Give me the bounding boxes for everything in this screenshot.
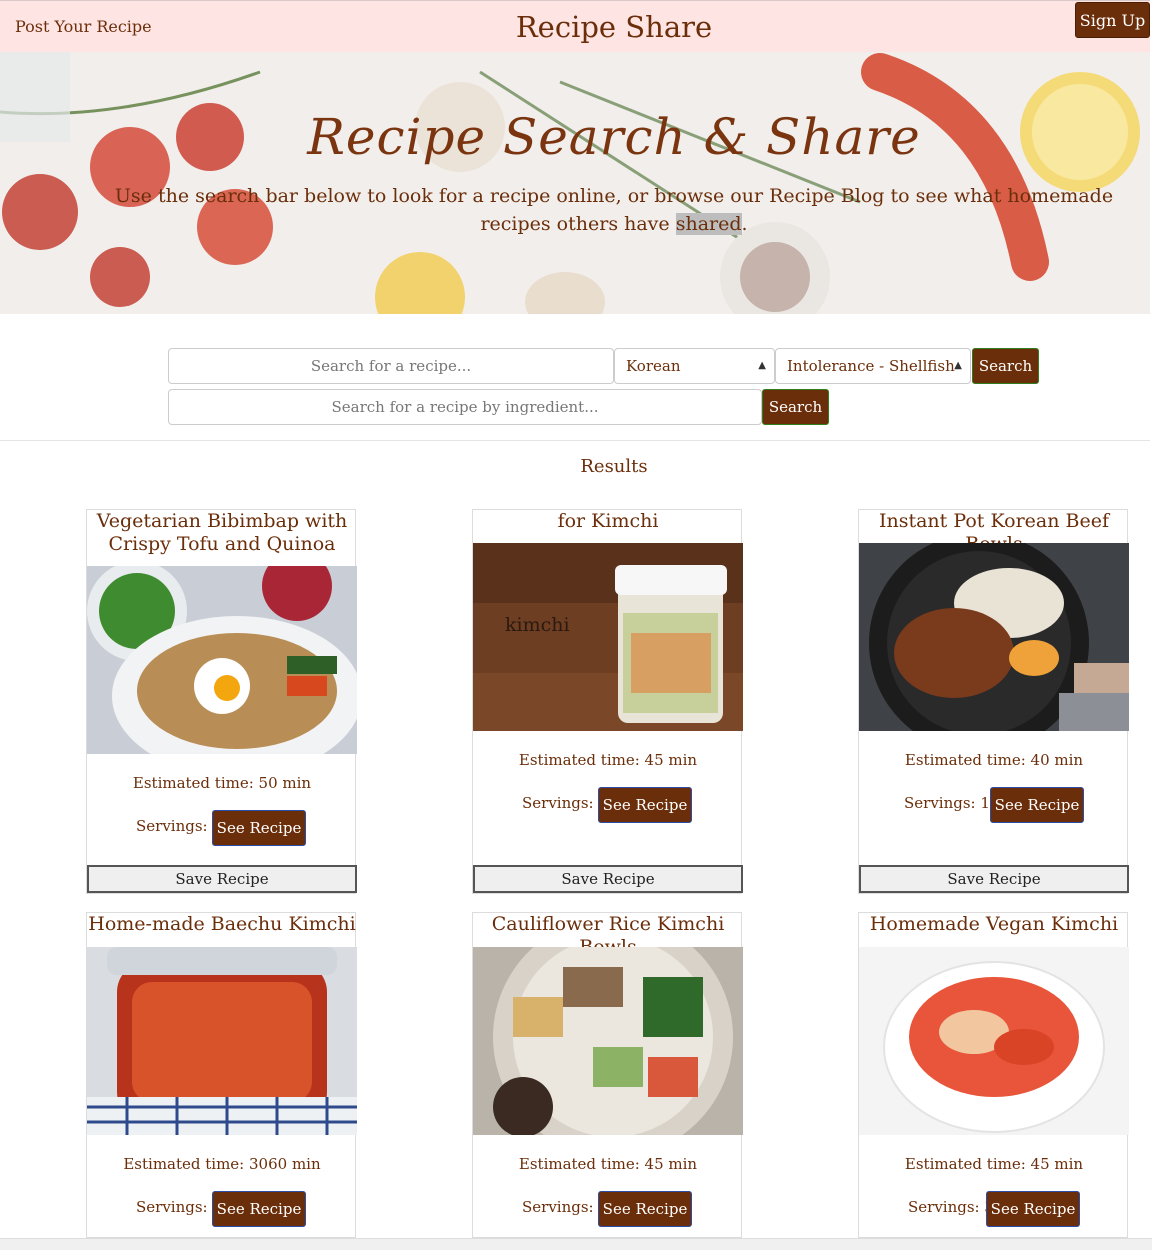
save-recipe-button[interactable]: Save Recipe <box>859 865 1129 893</box>
servings: Servings: 4 <box>522 1198 608 1216</box>
estimated-time: Estimated time: 3060 min <box>123 1155 321 1173</box>
see-recipe-button[interactable]: See Recipe <box>990 787 1084 823</box>
brand-title[interactable]: Recipe Share <box>0 10 1152 44</box>
recipe-card: for Kimchi kimchi Estimated time: 45 min… <box>472 509 743 894</box>
estimated-time: Estimated time: 50 min <box>132 774 312 792</box>
recipe-image[interactable] <box>473 947 743 1135</box>
recipe-title[interactable]: Homemade Vegan Kimchi <box>849 913 1139 936</box>
recipe-card: Instant Pot Korean Beef Bowls Estimated … <box>858 509 1129 894</box>
cuisine-select-value: Korean <box>626 357 681 375</box>
servings: Servings: 4 <box>136 817 222 835</box>
recipe-card: Vegetarian Bibimbap with Crispy Tofu and… <box>86 509 357 894</box>
estimated-time: Estimated time: 45 min <box>904 1155 1084 1173</box>
servings: Servings: 10 <box>904 794 1000 812</box>
cuisine-select[interactable]: Korean ▲ <box>614 348 775 384</box>
recipe-image[interactable] <box>859 947 1129 1135</box>
results-heading: Results <box>580 456 648 477</box>
navbar: Post Your Recipe Recipe Share <box>0 0 1150 52</box>
see-recipe-button[interactable]: See Recipe <box>598 787 692 823</box>
see-recipe-button[interactable]: See Recipe <box>212 810 306 846</box>
select-arrows-icon: ▲ <box>758 360 766 371</box>
sign-up-button[interactable]: Sign Up <box>1075 2 1150 38</box>
recipe-title[interactable]: Vegetarian Bibimbap with Crispy Tofu and… <box>77 510 367 556</box>
recipe-image[interactable]: kimchi <box>473 543 743 731</box>
hero-banner: Recipe Search & Share Use the search bar… <box>0 52 1150 314</box>
recipe-image[interactable] <box>87 566 357 754</box>
servings: Servings: 3 <box>908 1198 994 1216</box>
recipe-title[interactable]: for Kimchi <box>463 510 753 533</box>
recipe-card: Cauliflower Rice Kimchi Bowls Estimated … <box>472 912 743 1238</box>
see-recipe-button[interactable]: See Recipe <box>598 1191 692 1227</box>
estimated-time: Estimated time: 45 min <box>518 1155 698 1173</box>
hero-description-text: Use the search bar below to look for a r… <box>114 185 1114 235</box>
servings: Servings: 2 <box>136 1198 222 1216</box>
ingredient-search-button[interactable]: Search <box>762 389 829 425</box>
recipe-search-input[interactable] <box>168 348 614 384</box>
recipe-card: Homemade Vegan Kimchi Estimated time: 45… <box>858 912 1129 1238</box>
estimated-time: Estimated time: 40 min <box>904 751 1084 769</box>
select-arrows-icon: ▲ <box>954 360 962 371</box>
kimchi-jar-label: kimchi <box>505 614 570 636</box>
hero-description-end: . <box>741 213 748 235</box>
horizontal-scrollbar[interactable] <box>0 1238 1152 1250</box>
estimated-time: Estimated time: 45 min <box>518 751 698 769</box>
recipe-card: Home-made Baechu Kimchi Estimated time: … <box>86 912 357 1238</box>
intolerance-select-value: Intolerance - Shellfish <box>787 357 955 375</box>
see-recipe-button[interactable]: See Recipe <box>986 1191 1080 1227</box>
save-recipe-button[interactable]: Save Recipe <box>87 865 357 893</box>
recipe-image[interactable] <box>859 543 1129 731</box>
save-recipe-button[interactable]: Save Recipe <box>473 865 743 893</box>
hero-highlight-text: shared <box>675 213 742 235</box>
intolerance-select[interactable]: Intolerance - Shellfish ▲ <box>775 348 971 384</box>
ingredient-search-input[interactable] <box>168 389 762 425</box>
recipe-search-button[interactable]: Search <box>972 348 1039 384</box>
see-recipe-button[interactable]: See Recipe <box>212 1191 306 1227</box>
recipe-title[interactable]: Home-made Baechu Kimchi <box>77 913 367 936</box>
recipe-image[interactable] <box>87 947 357 1135</box>
hero-description: Use the search bar below to look for a r… <box>100 182 1128 238</box>
servings: Servings: 2 <box>522 794 608 812</box>
hero-title: Recipe Search & Share <box>307 108 921 166</box>
